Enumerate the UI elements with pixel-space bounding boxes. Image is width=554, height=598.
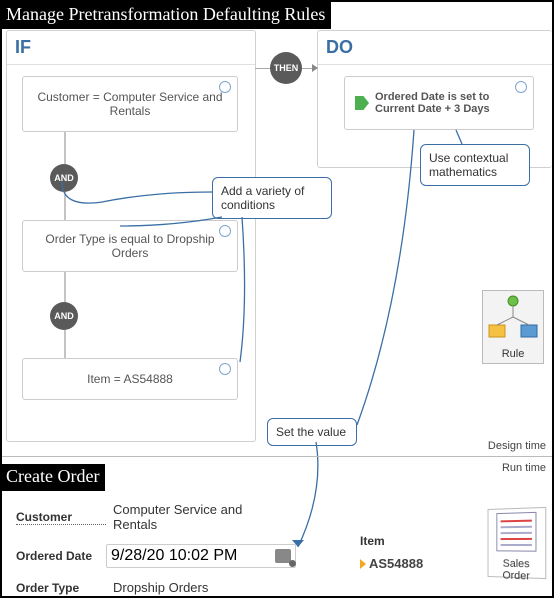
workflow-icon — [483, 291, 543, 345]
customer-value[interactable]: Computer Service and Rentals — [106, 498, 296, 536]
page-title: Manage Pretransformation Defaulting Rule… — [2, 2, 331, 29]
document-icon — [489, 508, 544, 555]
do-header: DO — [318, 31, 552, 65]
order-type-label: Order Type — [16, 581, 106, 595]
item-label: Item — [360, 534, 423, 548]
condition-order-type[interactable]: Order Type is equal to Dropship Orders — [22, 220, 238, 272]
and-pill-2: AND — [50, 302, 78, 330]
sales-order-card[interactable]: Sales Order — [488, 507, 547, 579]
condition-item[interactable]: Item = AS54888 — [22, 358, 238, 400]
tag-icon — [355, 96, 369, 110]
then-label: THEN — [270, 52, 302, 84]
run-time-label: Run time — [502, 462, 546, 474]
ordered-date-input[interactable]: 9/28/20 10:02 PM — [106, 544, 296, 568]
action-ordered-date[interactable]: Ordered Date is set to Current Date + 3 … — [344, 76, 534, 130]
sales-order-label: Sales Order — [488, 558, 545, 584]
ordered-date-label: Ordered Date — [16, 549, 106, 563]
if-header: IF — [7, 31, 255, 65]
condition-handle-icon[interactable] — [219, 225, 231, 237]
then-bridge: THEN — [255, 52, 317, 84]
item-value[interactable]: AS54888 — [360, 556, 423, 571]
create-order-title: Create Order — [2, 464, 105, 491]
create-order-panel: Customer Computer Service and Rentals Or… — [2, 490, 552, 598]
condition-handle-icon[interactable] — [219, 363, 231, 375]
callout-conditions: Add a variety of conditions — [212, 177, 332, 219]
customer-label: Customer — [16, 510, 106, 525]
callout-set-value: Set the value — [267, 418, 357, 446]
calendar-icon[interactable] — [275, 549, 291, 563]
rule-card-label: Rule — [483, 348, 543, 360]
order-type-value[interactable]: Dropship Orders — [106, 576, 296, 598]
then-arrow-icon — [312, 64, 318, 72]
time-divider — [2, 456, 552, 457]
item-panel: Item AS54888 — [360, 534, 423, 571]
condition-customer[interactable]: Customer = Computer Service and Rentals — [22, 76, 238, 132]
and-pill-1: AND — [50, 164, 78, 192]
callout-math: Use contextual mathematics — [420, 144, 530, 186]
condition-handle-icon[interactable] — [515, 81, 527, 93]
design-time-label: Design time — [488, 440, 546, 452]
condition-handle-icon[interactable] — [219, 81, 231, 93]
rule-card[interactable]: Rule — [482, 290, 544, 364]
